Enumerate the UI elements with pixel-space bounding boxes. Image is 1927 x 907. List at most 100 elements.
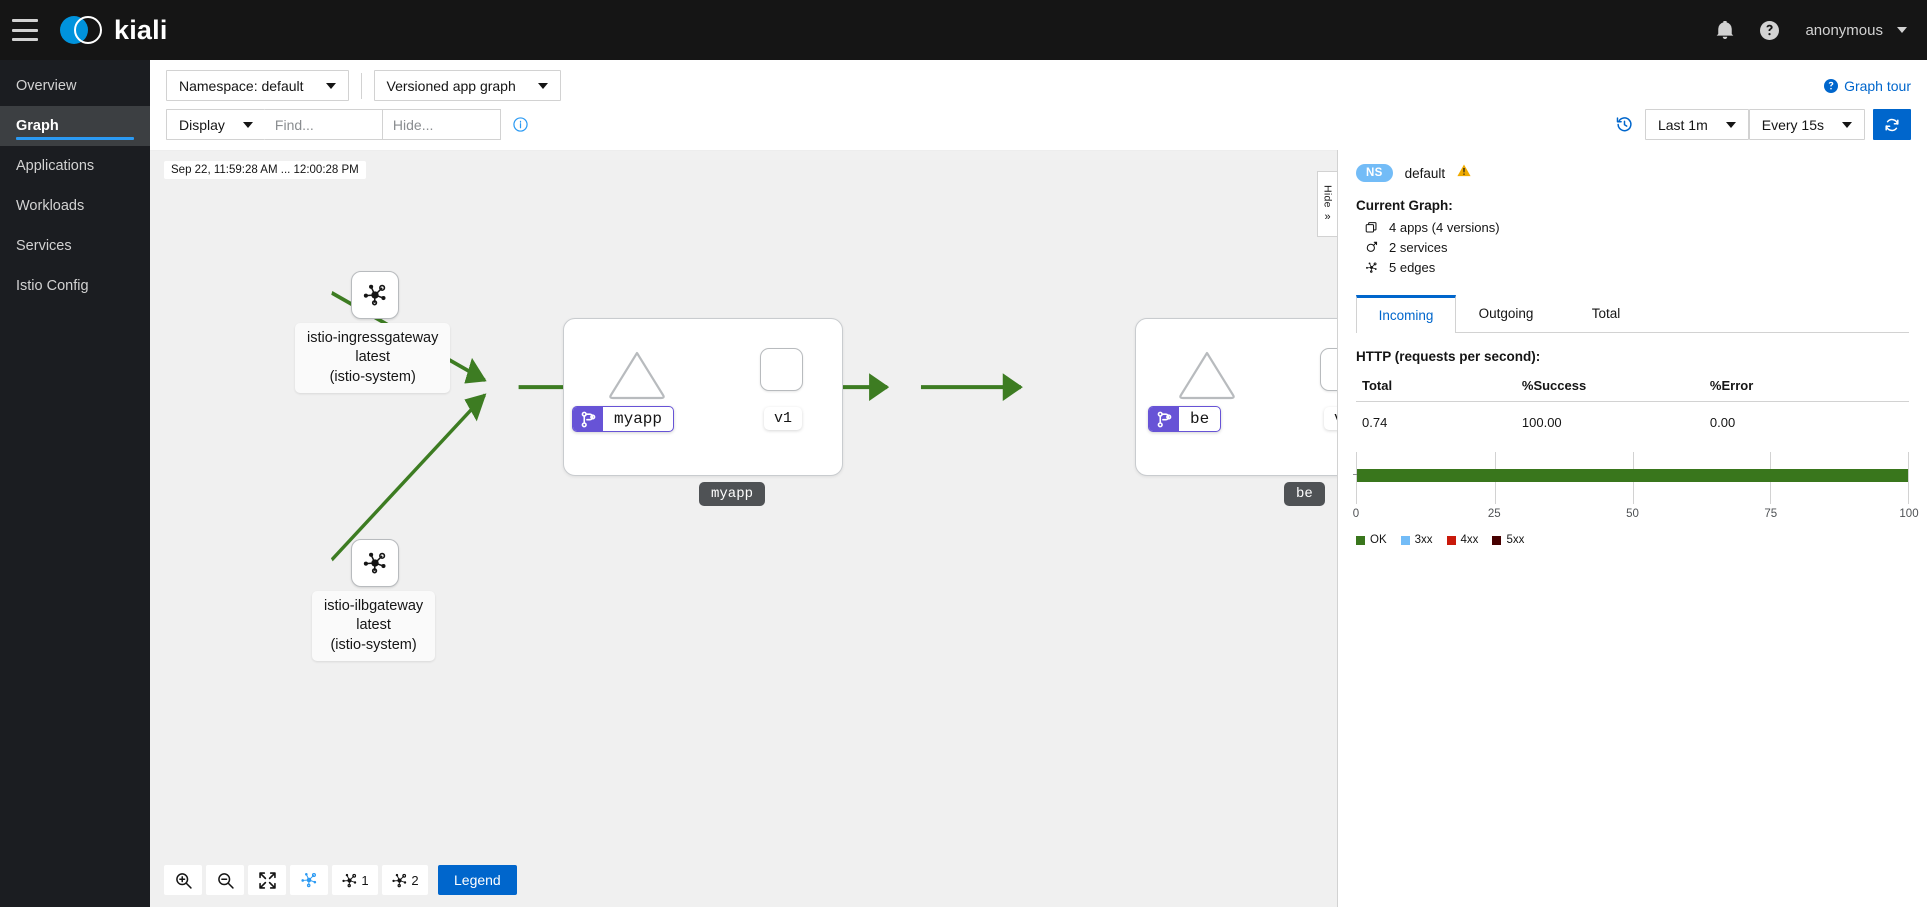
chevron-down-icon bbox=[1842, 121, 1852, 128]
tab-incoming[interactable]: Incoming bbox=[1356, 295, 1456, 333]
fit-to-screen-button[interactable] bbox=[248, 865, 286, 895]
sidebar-item-graph[interactable]: Graph bbox=[0, 106, 150, 146]
namespace-header: NS default bbox=[1356, 164, 1909, 182]
service-node-myapp[interactable] bbox=[608, 349, 666, 401]
help-circle-icon[interactable] bbox=[1760, 20, 1780, 40]
graph-type-select[interactable]: Versioned app graph bbox=[373, 70, 561, 101]
http-metrics-title: HTTP (requests per second): bbox=[1356, 349, 1541, 364]
topology-icon bbox=[363, 552, 386, 574]
chevron-down-icon bbox=[537, 82, 548, 89]
zoom-in-icon bbox=[175, 872, 192, 889]
hide-panel-label: Hide bbox=[1321, 185, 1334, 208]
node-istio-ingressgateway[interactable] bbox=[351, 271, 399, 319]
topology-icon bbox=[392, 873, 407, 887]
chevron-down-icon bbox=[325, 82, 336, 89]
summary-row-apps: 4 apps (4 versions) bbox=[1356, 220, 1909, 235]
legend-item-ok[interactable]: OK bbox=[1356, 534, 1387, 546]
version-label-myapp-v1: v1 bbox=[764, 407, 803, 430]
topology-icon bbox=[342, 873, 357, 887]
cell-total: 0.74 bbox=[1362, 415, 1388, 430]
sidebar-item-applications[interactable]: Applications bbox=[0, 146, 150, 186]
summary-row-services: 2 services bbox=[1356, 240, 1909, 255]
table-header-row: Total %Success %Error bbox=[1356, 374, 1909, 402]
node-istio-ilbgateway[interactable] bbox=[351, 539, 399, 587]
app-chip-be[interactable]: be bbox=[1148, 406, 1222, 432]
hamburger-icon[interactable] bbox=[12, 19, 38, 41]
bell-icon[interactable] bbox=[1716, 21, 1734, 39]
graph-tour-link[interactable]: Graph tour bbox=[1824, 78, 1911, 94]
zoom-out-button[interactable] bbox=[206, 865, 244, 895]
layout-default-button[interactable] bbox=[290, 865, 328, 895]
cell-error: 0.00 bbox=[1709, 415, 1736, 430]
chart-xtick-4: 100 bbox=[1899, 508, 1919, 520]
legend-label: OK bbox=[1370, 534, 1387, 546]
column-header-error: %Error bbox=[1709, 374, 1909, 402]
graph-timestamp: Sep 22, 11:59:28 AM ... 12:00:28 PM bbox=[164, 161, 366, 179]
graph-canvas[interactable]: Sep 22, 11:59:28 AM ... 12:00:28 PM isti… bbox=[150, 150, 1337, 907]
layout-1-button[interactable]: 1 bbox=[332, 865, 378, 895]
sidebar-item-workloads[interactable]: Workloads bbox=[0, 186, 150, 226]
chart-xtick-1: 25 bbox=[1487, 508, 1501, 520]
summary-edges-label: 5 edges bbox=[1389, 260, 1436, 275]
summary-services-label: 2 services bbox=[1389, 240, 1448, 255]
sidebar-item-overview[interactable]: Overview bbox=[0, 66, 150, 106]
layout-2-button[interactable]: 2 bbox=[382, 865, 428, 895]
legend-item-3xx[interactable]: 3xx bbox=[1400, 534, 1433, 546]
chevron-down-icon bbox=[242, 121, 253, 128]
gateway-namespace: (istio-system) bbox=[329, 368, 416, 385]
refresh-button[interactable] bbox=[1873, 109, 1911, 140]
column-header-success: %Success bbox=[1521, 374, 1710, 402]
duration-select[interactable]: Last 1m bbox=[1644, 109, 1749, 140]
hide-panel-toggle[interactable]: Hide » bbox=[1317, 171, 1337, 237]
version-node-be-v1[interactable] bbox=[1320, 348, 1337, 391]
info-circle-icon[interactable] bbox=[513, 117, 528, 132]
group-box-be[interactable] bbox=[1135, 318, 1337, 476]
current-graph-title: Current Graph: bbox=[1356, 198, 1453, 213]
group-box-myapp[interactable] bbox=[563, 318, 843, 476]
graph-and-panel: Sep 22, 11:59:28 AM ... 12:00:28 PM isti… bbox=[150, 150, 1927, 907]
display-menu-label: Display bbox=[179, 116, 225, 133]
brand-logo-link[interactable]: kiali bbox=[60, 12, 168, 48]
chart-bar-ok bbox=[1357, 469, 1908, 482]
graph-controls: 1 2 Legend bbox=[164, 865, 517, 895]
sidebar-item-istio-config[interactable]: Istio Config bbox=[0, 266, 150, 306]
namespace-badge: NS bbox=[1356, 164, 1393, 182]
tab-outgoing[interactable]: Outgoing bbox=[1456, 295, 1556, 332]
gateway-namespace: (istio-system) bbox=[330, 636, 417, 653]
service-node-be[interactable] bbox=[1178, 349, 1236, 401]
legend-item-4xx[interactable]: 4xx bbox=[1446, 534, 1478, 546]
replay-icon[interactable] bbox=[1616, 116, 1633, 133]
find-input[interactable] bbox=[264, 109, 383, 140]
masthead: kiali anonymous bbox=[0, 0, 1927, 60]
topology-icon bbox=[301, 873, 317, 888]
summary-panel: NS default Current Graph: 4 apps (4 vers… bbox=[1337, 150, 1927, 907]
graph-toolbar-top: Namespace: default Versioned app graph G… bbox=[150, 60, 1927, 109]
sidebar-item-services[interactable]: Services bbox=[0, 226, 150, 266]
kiali-app: kiali anonymous Overview Graph Applicati… bbox=[0, 0, 1927, 907]
legend-item-5xx[interactable]: 5xx bbox=[1492, 534, 1524, 546]
namespace-select-label: Namespace: default bbox=[179, 77, 304, 94]
legend-button[interactable]: Legend bbox=[438, 865, 517, 895]
version-node-myapp-v1[interactable] bbox=[760, 348, 803, 391]
gateway-version: latest bbox=[355, 349, 391, 366]
topology-icon bbox=[363, 284, 386, 306]
cell-success: 100.00 bbox=[1521, 415, 1562, 430]
zoom-in-button[interactable] bbox=[164, 865, 202, 895]
chevron-down-icon bbox=[1897, 27, 1907, 33]
status-code-chart: 0 25 50 75 100 OK 3xx 4xx 5xx bbox=[1353, 452, 1919, 546]
brand-name: kiali bbox=[114, 14, 168, 45]
refresh-interval-select[interactable]: Every 15s bbox=[1748, 109, 1865, 140]
hide-input[interactable] bbox=[382, 109, 501, 140]
namespace-select[interactable]: Namespace: default bbox=[166, 70, 349, 101]
legend-swatch bbox=[1446, 535, 1456, 545]
user-menu[interactable]: anonymous bbox=[1805, 22, 1907, 39]
legend-swatch bbox=[1356, 535, 1365, 545]
graph-type-select-label: Versioned app graph bbox=[386, 77, 516, 94]
app-chip-myapp[interactable]: myapp bbox=[572, 406, 675, 432]
display-menu-button[interactable]: Display bbox=[166, 109, 265, 140]
legend-label: 5xx bbox=[1506, 534, 1525, 546]
namespace-name: default bbox=[1404, 165, 1446, 181]
expand-arrows-icon bbox=[258, 871, 276, 889]
warning-triangle-icon[interactable] bbox=[1457, 164, 1471, 182]
tab-total[interactable]: Total bbox=[1556, 295, 1656, 332]
